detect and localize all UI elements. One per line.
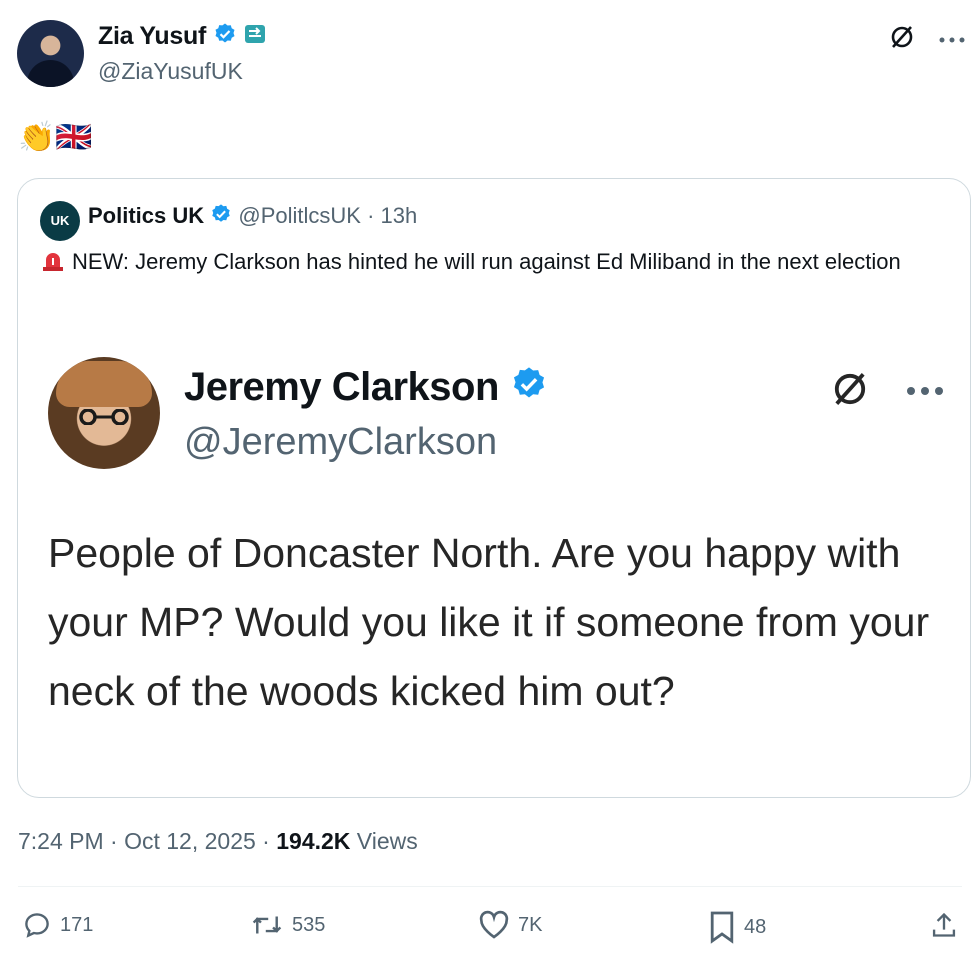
author-name-row[interactable]: Zia Yusuf — [98, 22, 267, 53]
quoted-time[interactable]: · 13h — [361, 203, 417, 228]
quoted-text-block: NEW: Jeremy Clarkson has hinted he will … — [40, 245, 940, 279]
quoted-post-card[interactable]: UK Politics UK @PolitlcsUK · 13h NEW: Je… — [17, 178, 971, 798]
image-tweet-name-row: Jeremy Clarkson — [184, 365, 548, 413]
repost-button[interactable]: 535 — [250, 910, 325, 940]
reply-icon — [25, 913, 49, 938]
views-count: 194.2K — [276, 828, 351, 854]
quoted-image[interactable]: Jeremy Clarkson @JeremyClarkson People o… — [18, 339, 970, 797]
grok-icon — [828, 367, 872, 416]
reply-count: 171 — [60, 913, 94, 936]
repost-count: 535 — [292, 913, 326, 936]
action-bar: 171 535 7K 48 — [0, 900, 980, 960]
author-handle[interactable]: @ZiaYusufUK — [98, 58, 243, 85]
quoted-header: Politics UK @PolitlcsUK · 13h — [88, 203, 417, 231]
share-button[interactable] — [930, 910, 958, 940]
header-actions — [887, 22, 965, 57]
like-icon — [479, 910, 509, 939]
author-avatar[interactable] — [17, 20, 84, 87]
repost-icon — [252, 916, 282, 934]
like-count: 7K — [518, 913, 543, 936]
more-icon[interactable] — [939, 31, 965, 49]
grok-icon[interactable] — [887, 22, 917, 57]
image-tweet-text: People of Doncaster North. Are you happy… — [48, 530, 930, 714]
post-timestamp[interactable]: 7:24 PM · Oct 12, 2025 · — [18, 828, 276, 854]
like-button[interactable]: 7K — [478, 910, 542, 940]
image-tweet-handle: @JeremyClarkson — [184, 421, 498, 463]
quoted-text: NEW: Jeremy Clarkson has hinted he will … — [72, 249, 901, 274]
divider — [18, 886, 962, 887]
more-icon — [906, 383, 944, 401]
verified-badge-icon — [510, 365, 548, 413]
affiliate-badge-icon — [243, 22, 267, 53]
bookmark-count: 48 — [744, 915, 767, 938]
share-icon — [932, 912, 956, 937]
post-text: 👏🇬🇧 — [18, 121, 93, 154]
quoted-handle[interactable]: @PolitlcsUK — [238, 203, 361, 228]
bookmark-button[interactable]: 48 — [708, 910, 766, 944]
siren-icon — [40, 248, 66, 271]
verified-badge-icon — [213, 22, 237, 53]
reply-button[interactable]: 171 — [22, 910, 93, 940]
views-label: Views — [350, 828, 418, 854]
author-name[interactable]: Zia Yusuf — [98, 22, 206, 50]
image-tweet-avatar — [48, 357, 160, 469]
verified-badge-icon — [210, 203, 232, 231]
post-meta: 7:24 PM · Oct 12, 2025 · 194.2K Views — [18, 828, 418, 855]
quoted-name[interactable]: Politics UK — [88, 203, 204, 228]
image-tweet-actions — [828, 367, 944, 416]
bookmark-icon — [710, 911, 734, 944]
quoted-avatar[interactable]: UK — [40, 201, 80, 241]
image-tweet-name: Jeremy Clarkson — [184, 365, 499, 409]
